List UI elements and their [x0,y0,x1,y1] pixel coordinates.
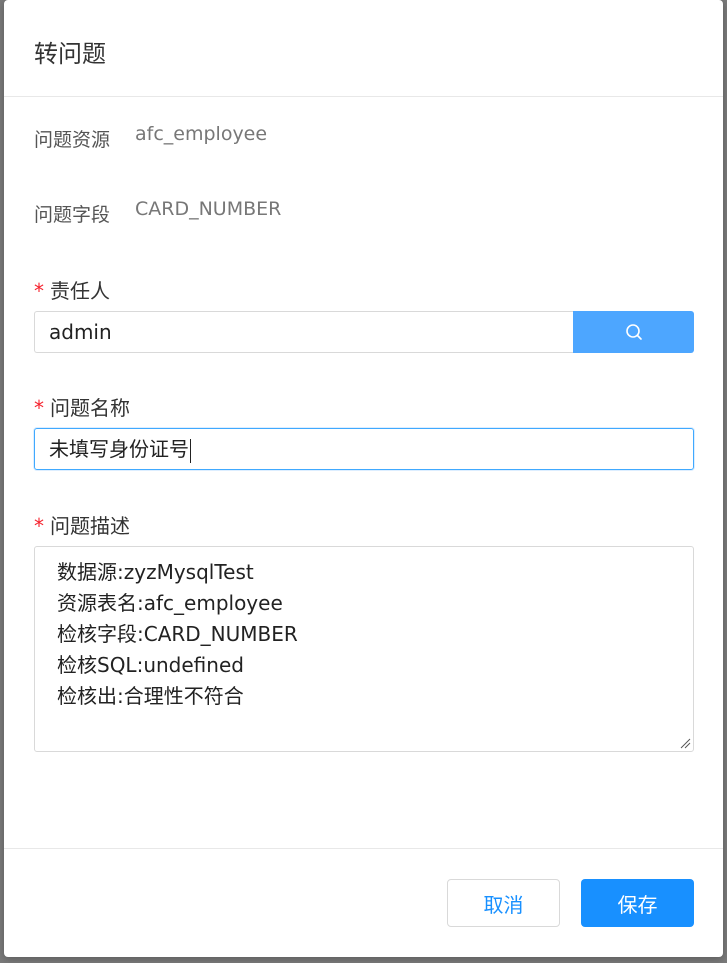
description-line: 数据源:zyzMysqlTest [57,560,254,584]
description-line: 检核出:合理性不符合 [57,684,244,708]
required-mark: * [34,279,44,303]
issue-name-input[interactable]: 未填写身份证号 [34,428,694,470]
cancel-button[interactable]: 取消 [447,879,560,927]
resource-label: 问题资源 [34,129,111,151]
description-line: 检核SQL:undefined [57,653,244,677]
issue-description-label: * 问题描述 [34,510,130,539]
footer-divider [4,848,723,849]
save-button[interactable]: 保存 [581,879,694,927]
required-mark: * [34,514,44,538]
description-line: 检核字段:CARD_NUMBER [57,622,298,646]
owner-label-text: 责任人 [50,279,110,303]
resource-value: afc_employee [135,123,268,145]
owner-input-group: admin [34,311,694,353]
dialog-title: 转问题 [34,40,106,68]
search-icon [625,324,642,340]
owner-input[interactable]: admin [34,311,573,353]
issue-description-textarea[interactable]: 数据源:zyzMysqlTest 资源表名:afc_employee 检核字段:… [34,546,694,752]
transfer-issue-dialog: 转问题 问题资源 afc_employee 问题字段 CARD_NUMBER *… [4,0,723,957]
field-value: CARD_NUMBER [135,198,282,220]
owner-label: * 责任人 [34,275,110,304]
resize-handle-icon[interactable] [679,737,691,749]
owner-search-button[interactable] [573,311,694,353]
issue-name-label-text: 问题名称 [50,396,130,420]
issue-name-value: 未填写身份证号 [49,437,189,461]
issue-name-label: * 问题名称 [34,392,130,421]
description-line: 资源表名:afc_employee [57,591,283,615]
text-caret [190,438,191,463]
required-mark: * [34,396,44,420]
issue-description-label-text: 问题描述 [50,514,130,538]
field-label: 问题字段 [34,204,111,226]
dialog-header: 转问题 [4,0,723,97]
